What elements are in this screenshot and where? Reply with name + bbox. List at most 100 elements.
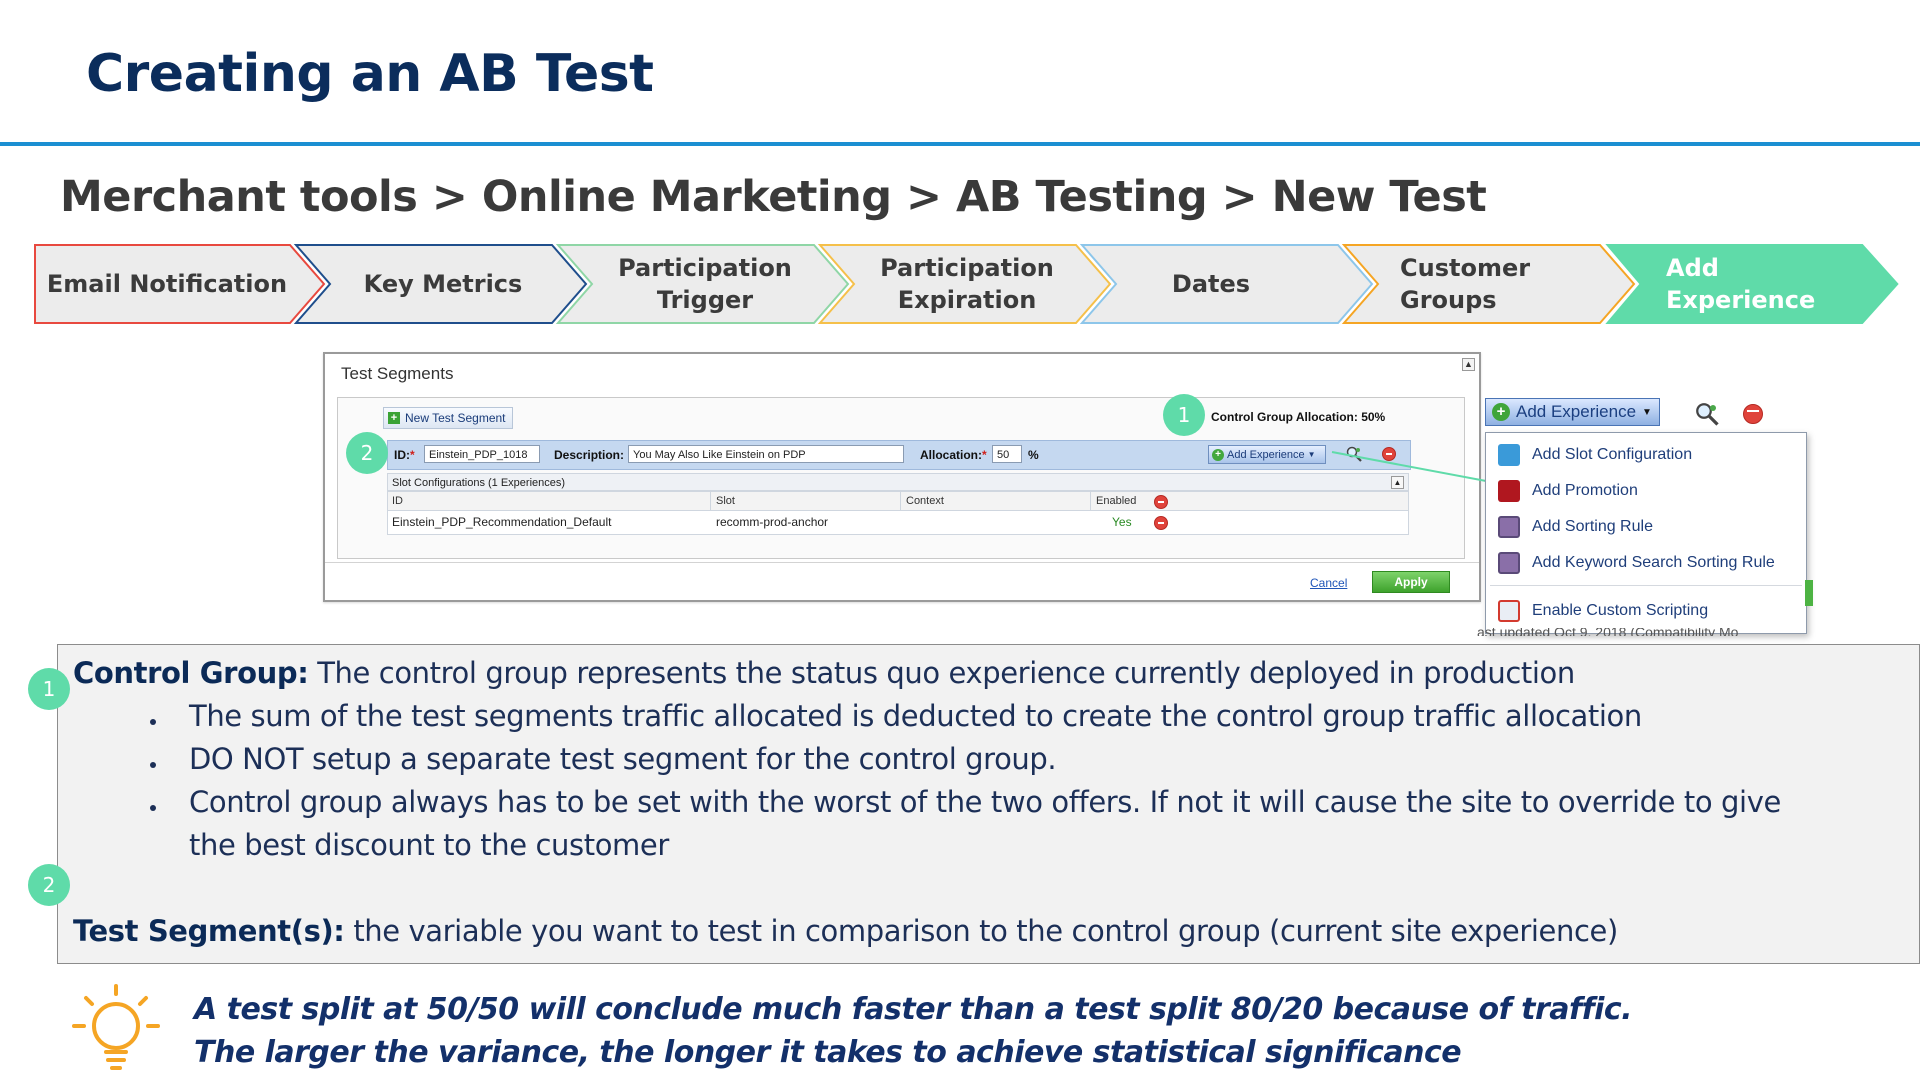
panel-title: Test Segments: [341, 364, 454, 383]
title-divider: [0, 142, 1920, 146]
bullet-3: Control group always has to be set with …: [189, 785, 1781, 819]
column-context: Context: [906, 495, 944, 507]
control-group-definition: Control Group: The control group represe…: [73, 656, 1575, 690]
process-steps: Email Notification Key Metrics Participa…: [34, 243, 1904, 325]
segment-id-input[interactable]: Einstein_PDP_1018: [424, 445, 540, 463]
apply-button[interactable]: Apply: [1372, 571, 1450, 593]
breadcrumb: Merchant tools > Online Marketing > AB T…: [60, 172, 1487, 222]
new-test-segment-label: New Test Segment: [405, 411, 506, 425]
step-1-label: Email Notification: [46, 269, 288, 298]
required-mark: *: [982, 448, 987, 462]
cancel-link[interactable]: Cancel: [1310, 576, 1347, 590]
magnify-icon[interactable]: [1695, 402, 1719, 426]
menu-item-label: Add Promotion: [1532, 482, 1638, 499]
control-group-term: Control Group:: [73, 656, 309, 690]
step-7-label-line1: Add: [1666, 253, 1719, 282]
percent-label: %: [1028, 448, 1039, 462]
sorting-rule-icon: [1498, 516, 1520, 538]
step-key-metrics: Key Metrics: [330, 244, 556, 324]
column-slot: Slot: [716, 495, 735, 507]
step-add-experience: Add Experience: [1666, 244, 1866, 324]
add-experience-label: Add Experience: [1227, 448, 1305, 461]
keyword-sorting-icon: [1498, 552, 1520, 574]
step-6-label-line1: Customer: [1400, 253, 1531, 282]
step-5-label: Dates: [1171, 269, 1251, 298]
control-group-text: The control group represents the status …: [308, 656, 1575, 690]
custom-scripting-icon: [1498, 600, 1520, 622]
step-3-label-line1: Participation: [618, 253, 792, 282]
test-segment-term: Test Segment(s):: [73, 914, 345, 948]
test-segments-panel: Test Segments ▲ + New Test Segment Contr…: [323, 352, 1481, 602]
slot-table-header: ID Slot Context Enabled: [387, 491, 1409, 511]
allocation-input[interactable]: 50: [992, 445, 1022, 463]
column-enabled: Enabled: [1096, 495, 1137, 507]
allocation-label-text: Allocation:: [920, 448, 982, 462]
required-mark: *: [410, 448, 415, 462]
menu-item-label: Add Sorting Rule: [1532, 518, 1653, 535]
cut-off-status-text: ast updated Oct 9, 2018 (Compatibility M…: [1477, 628, 1739, 636]
badge-two-info: 2: [28, 864, 70, 906]
badge-one-info: 1: [28, 668, 70, 710]
new-test-segment-button[interactable]: + New Test Segment: [383, 407, 513, 429]
description-label: Description:: [554, 448, 625, 462]
remove-row-icon[interactable]: [1154, 516, 1168, 530]
row-enabled: Yes: [1112, 515, 1132, 529]
test-segment-text: the variable you want to test in compari…: [344, 914, 1618, 948]
tip-line-2: The larger the variance, the longer it t…: [194, 1035, 1462, 1070]
bullet-marker: [150, 719, 156, 725]
step-participation-expiration: Participation Expiration: [854, 244, 1080, 324]
row-id: Einstein_PDP_Recommendation_Default: [392, 515, 612, 529]
table-row[interactable]: Einstein_PDP_Recommendation_Default reco…: [387, 511, 1409, 535]
step-7-label-line2: Experience: [1666, 286, 1816, 314]
bullet-2: DO NOT setup a separate test segment for…: [189, 742, 1057, 776]
slot-configurations-header: Slot Configurations (1 Experiences) ▲: [387, 473, 1409, 491]
test-segment-definition: Test Segment(s): the variable you want t…: [73, 914, 1618, 948]
step-customer-groups: Customer Groups: [1400, 244, 1600, 324]
segment-header-bar: ID:* Einstein_PDP_1018 Description: You …: [387, 440, 1411, 470]
id-label-text: ID:: [394, 448, 410, 462]
bullet-3-continued: the best discount to the customer: [189, 828, 669, 862]
step-dates: Dates: [1116, 244, 1306, 324]
chevron-down-icon: ▼: [1307, 450, 1316, 459]
row-slot: recomm-prod-anchor: [716, 515, 829, 529]
add-experience-button[interactable]: + Add Experience ▼: [1485, 398, 1660, 426]
slot-configurations-label: Slot Configurations (1 Experiences): [392, 477, 566, 489]
step-participation-trigger: Participation Trigger: [592, 244, 818, 324]
panel-footer-divider: [325, 562, 1479, 563]
tip-line-1: A test split at 50/50 will conclude much…: [194, 992, 1633, 1027]
chevron-down-icon: ▼: [1642, 406, 1652, 418]
menu-divider: [1490, 585, 1802, 586]
menu-item-enable-custom-scripting[interactable]: Enable Custom Scripting: [1486, 593, 1806, 629]
plus-icon: +: [388, 412, 400, 424]
tip-text: A test split at 50/50 will conclude much…: [194, 988, 1633, 1074]
step-2-label: Key Metrics: [363, 269, 523, 298]
remove-all-icon[interactable]: [1154, 495, 1168, 509]
step-3-label-line2: Trigger: [656, 286, 754, 314]
column-divider: [900, 492, 901, 510]
menu-item-add-promotion[interactable]: Add Promotion: [1486, 473, 1806, 509]
menu-item-add-keyword-search-sorting-rule[interactable]: Add Keyword Search Sorting Rule: [1486, 545, 1806, 581]
bullet-marker: [150, 805, 156, 811]
add-experience-dropdown-zoom: + Add Experience ▼ Add Slot Configuratio…: [1477, 394, 1813, 636]
menu-item-add-slot-configuration[interactable]: Add Slot Configuration: [1486, 437, 1806, 473]
menu-item-add-sorting-rule[interactable]: Add Sorting Rule: [1486, 509, 1806, 545]
add-experience-button-small[interactable]: + Add Experience ▼: [1208, 445, 1326, 464]
slide-title: Creating an AB Test: [86, 44, 654, 104]
collapse-icon[interactable]: ▲: [1462, 358, 1475, 371]
segment-description-input[interactable]: You May Also Like Einstein on PDP: [628, 445, 904, 463]
badge-one: 1: [1163, 394, 1205, 436]
step-6-label-line2: Groups: [1400, 286, 1497, 314]
menu-item-label: Enable Custom Scripting: [1532, 602, 1709, 619]
bullet-1: The sum of the test segments traffic all…: [189, 699, 1642, 733]
step-email-notification: Email Notification: [42, 244, 292, 324]
menu-item-label: Add Slot Configuration: [1532, 446, 1693, 463]
allocation-label: Allocation:*: [920, 448, 987, 462]
add-experience-button-label: Add Experience: [1516, 402, 1637, 421]
bullet-marker: [150, 762, 156, 768]
step-4-label-line1: Participation: [880, 253, 1054, 282]
column-divider: [1090, 492, 1091, 510]
id-label: ID:*: [394, 448, 415, 462]
lightbulb-icon: [72, 984, 160, 1070]
add-circle-icon: +: [1492, 403, 1510, 421]
remove-icon[interactable]: [1743, 404, 1763, 424]
